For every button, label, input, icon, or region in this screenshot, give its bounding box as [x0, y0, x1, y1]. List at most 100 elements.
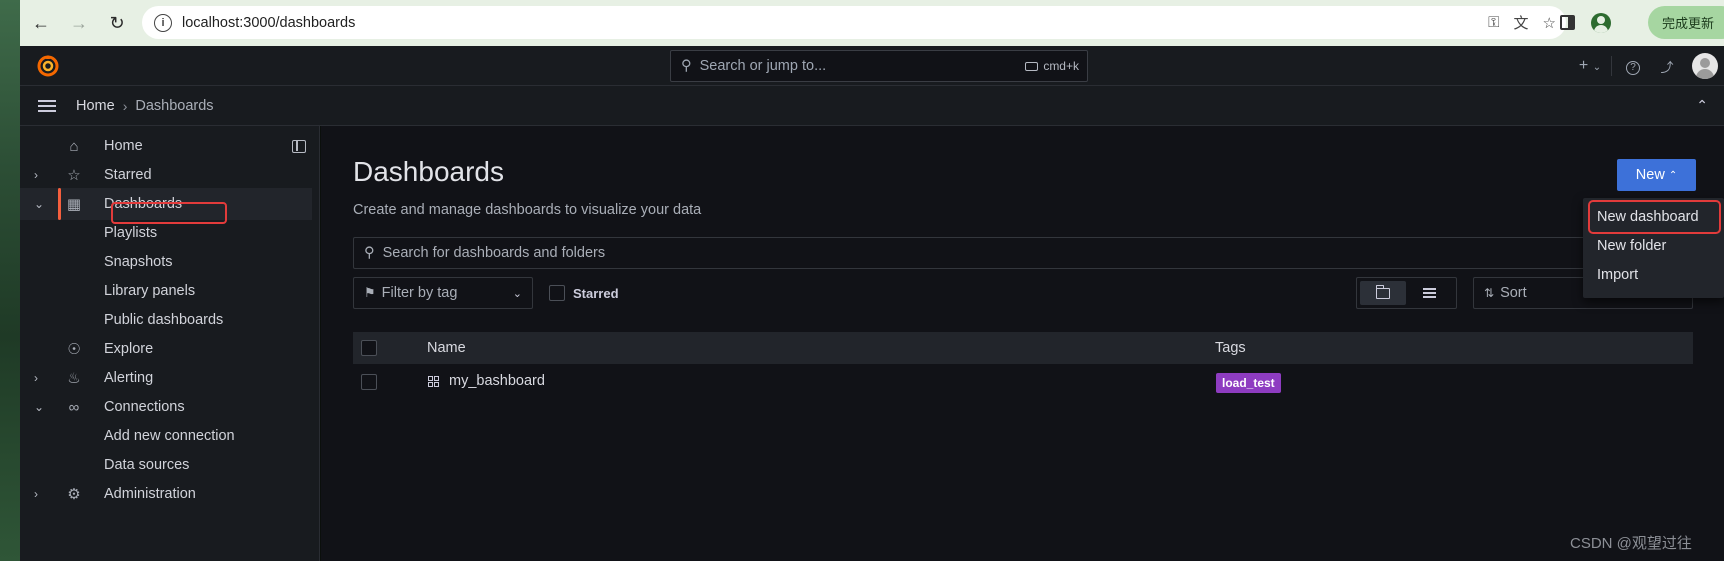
- sidebar-item-library-panels[interactable]: Library panels: [20, 275, 312, 307]
- update-button[interactable]: 完成更新 ⋮: [1648, 6, 1724, 39]
- breadcrumb-current: Dashboards: [135, 97, 214, 114]
- sidebar-item-public-dashboards[interactable]: Public dashboards: [20, 304, 312, 336]
- help-icon: ?: [1626, 61, 1640, 75]
- back-button[interactable]: ←: [24, 6, 58, 40]
- row-checkbox[interactable]: [361, 374, 377, 390]
- connection-icon: ∞: [68, 398, 80, 416]
- sidebar-item-data-sources[interactable]: Data sources: [20, 449, 312, 481]
- shortcut-hint: cmd+k: [1025, 59, 1079, 73]
- avatar[interactable]: [1692, 53, 1718, 79]
- sidebar-item-starred[interactable]: › ☆ Starred: [20, 159, 312, 191]
- new-button[interactable]: New ⌃: [1617, 159, 1696, 191]
- translate-icon[interactable]: 文: [1514, 12, 1529, 33]
- home-icon: ⌂: [69, 137, 79, 155]
- help-button[interactable]: ?: [1616, 57, 1650, 75]
- chevron-right-icon[interactable]: ›: [34, 487, 38, 501]
- dashboard-search-input[interactable]: ⚲ Search for dashboards and folders: [353, 237, 1593, 269]
- chevron-right-icon[interactable]: ›: [34, 168, 38, 182]
- new-button-label: New: [1635, 167, 1665, 183]
- keyboard-icon: [1025, 61, 1039, 71]
- key-icon[interactable]: ⚿: [1488, 14, 1499, 31]
- global-search-placeholder: Search or jump to...: [699, 58, 827, 74]
- sidebar-item-administration[interactable]: › ⚙ Administration: [20, 478, 312, 510]
- profile-icon[interactable]: [1591, 12, 1611, 33]
- sidebar-nav: ⌂ Home › ☆ Starred ⌄ ▦ Dashboards Playli…: [20, 126, 320, 561]
- add-menu-button[interactable]: + ⌄: [1573, 57, 1607, 75]
- watermark: CSDN @观望过往: [1570, 535, 1692, 552]
- sidebar-item-connections[interactable]: ⌄ ∞ Connections: [20, 391, 312, 423]
- cog-icon: ⚙: [67, 486, 81, 503]
- side-panel-icon[interactable]: [1560, 15, 1575, 30]
- plus-icon: +: [1578, 57, 1589, 74]
- site-info-icon[interactable]: i: [154, 13, 172, 32]
- sidebar-item-label: Add new connection: [104, 428, 235, 444]
- grafana-topbar: ⚲ Search or jump to... cmd+k + ⌄ ? ⤴: [20, 46, 1724, 86]
- desktop-wallpaper: [0, 0, 20, 561]
- reload-button[interactable]: ↻: [100, 6, 134, 40]
- main-content: Dashboards Create and manage dashboards …: [321, 126, 1724, 561]
- sidebar-item-snapshots[interactable]: Snapshots: [20, 246, 312, 278]
- dashboard-link[interactable]: my_bashboard: [449, 373, 545, 389]
- sidebar-item-label: Starred: [104, 167, 152, 183]
- starred-filter[interactable]: Starred: [549, 285, 619, 301]
- search-icon: ⚲: [681, 58, 692, 74]
- global-search[interactable]: ⚲ Search or jump to... cmd+k: [670, 50, 1088, 82]
- grafana-logo-icon[interactable]: [36, 54, 60, 78]
- shortcut-label: cmd+k: [1043, 59, 1079, 73]
- tag-filter-placeholder: Filter by tag: [381, 285, 458, 301]
- forward-button[interactable]: →: [62, 6, 96, 40]
- menu-toggle-icon[interactable]: [38, 97, 56, 115]
- sort-placeholder: Sort: [1500, 285, 1527, 301]
- sidebar-item-label: Playlists: [104, 225, 158, 241]
- chevron-up-icon[interactable]: ⌃: [1696, 97, 1708, 114]
- dashboard-grid-icon: [428, 376, 439, 387]
- sidebar-item-label: Administration: [104, 486, 196, 502]
- url-text: localhost:3000/dashboards: [182, 14, 356, 31]
- chevron-down-icon: ⌄: [1592, 62, 1602, 73]
- table-header: Name Tags: [353, 332, 1693, 364]
- folder-view-button[interactable]: [1360, 281, 1406, 305]
- sort-icon: ⇅: [1484, 286, 1495, 300]
- menu-item-new-folder[interactable]: New folder: [1597, 238, 1666, 254]
- tag-filter-select[interactable]: ⚑ Filter by tag ⌄: [353, 277, 533, 309]
- page-subtitle: Create and manage dashboards to visualiz…: [353, 202, 702, 218]
- browser-toolbar: ← → ↻ i localhost:3000/dashboards ⚿ 文 ☆ …: [20, 0, 1724, 46]
- sidebar-item-label: Connections: [104, 399, 185, 415]
- breadcrumb-home[interactable]: Home: [76, 98, 115, 114]
- sidebar-item-alerting[interactable]: › ♨ Alerting: [20, 362, 312, 394]
- sidebar-item-add-new-connection[interactable]: Add new connection: [20, 420, 312, 452]
- dashboard-search-placeholder: Search for dashboards and folders: [382, 245, 606, 261]
- sidebar-item-label: Explore: [104, 341, 154, 357]
- sidebar-item-home[interactable]: ⌂ Home: [20, 130, 312, 162]
- menu-item-new-dashboard[interactable]: New dashboard: [1597, 209, 1699, 225]
- apps-icon: ▦: [66, 196, 82, 213]
- topbar-divider: [1611, 56, 1612, 76]
- column-header-tags: Tags: [1215, 340, 1246, 356]
- folder-icon: [1375, 284, 1390, 299]
- search-icon: ⚲: [364, 245, 375, 261]
- menu-item-import[interactable]: Import: [1597, 267, 1638, 283]
- starred-checkbox[interactable]: [549, 285, 565, 301]
- sidebar-item-explore[interactable]: ☉ Explore: [20, 333, 312, 365]
- starred-label: Starred: [573, 285, 619, 301]
- chevron-right-icon[interactable]: ›: [34, 371, 38, 385]
- update-label: 完成更新: [1662, 16, 1715, 31]
- column-header-name: Name: [427, 340, 466, 356]
- list-view-button[interactable]: [1406, 281, 1452, 305]
- bell-icon: ♨: [67, 370, 81, 387]
- view-toggle: [1356, 277, 1457, 309]
- compass-icon: ☉: [67, 341, 81, 358]
- sidebar-item-playlists[interactable]: Playlists: [20, 217, 312, 249]
- chevron-down-icon[interactable]: ⌄: [34, 400, 44, 414]
- news-feed-icon[interactable]: ⤴: [1650, 57, 1684, 76]
- table-row[interactable]: my_bashboard load_test: [353, 364, 1693, 400]
- tag-icon: ⚑: [364, 285, 376, 300]
- select-all-checkbox[interactable]: [361, 340, 377, 356]
- bookmark-star-icon[interactable]: ☆: [1543, 14, 1556, 32]
- page-title: Dashboards: [353, 156, 504, 187]
- sidebar-item-label: Data sources: [104, 457, 190, 473]
- active-indicator: [58, 188, 61, 220]
- tag-badge[interactable]: load_test: [1216, 373, 1281, 393]
- chevron-down-icon[interactable]: ⌄: [34, 197, 44, 211]
- address-bar[interactable]: i localhost:3000/dashboards ⚿ 文 ☆: [142, 6, 1566, 39]
